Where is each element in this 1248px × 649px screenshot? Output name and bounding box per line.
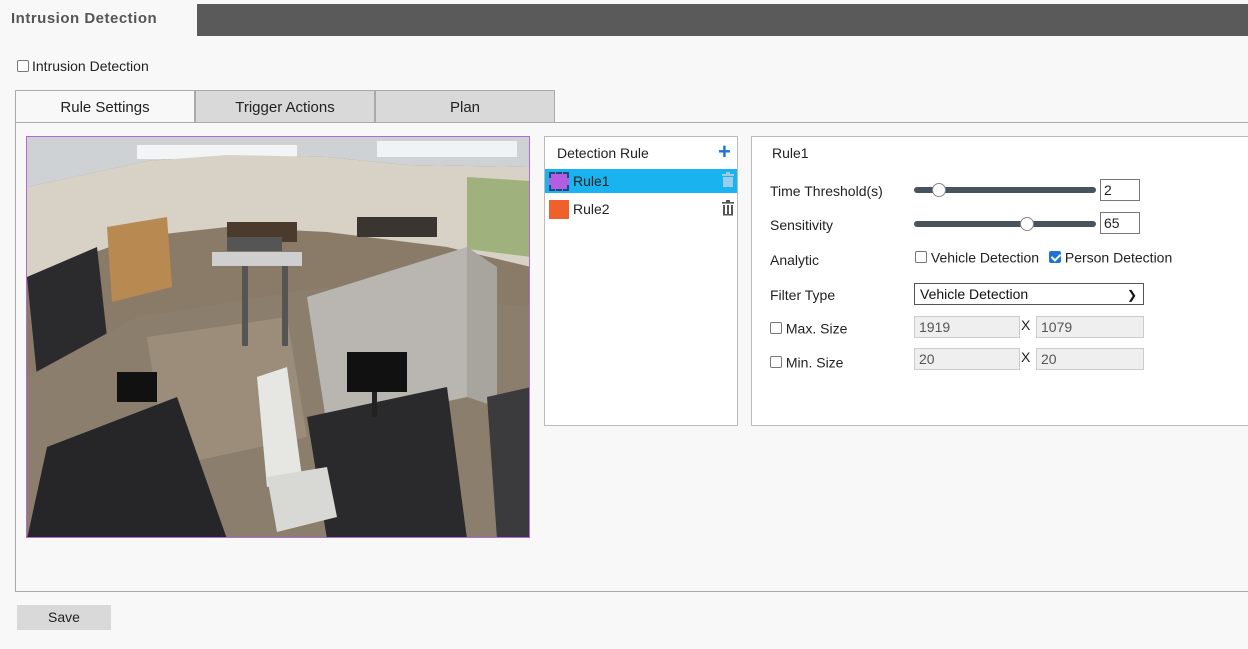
min-size-height-input[interactable]: 20 [1036,348,1144,370]
sensitivity-slider-handle[interactable] [1020,217,1034,231]
filter-type-select[interactable]: Vehicle Detection ❯ [914,283,1144,305]
person-detection-checkbox[interactable] [1048,251,1061,264]
trash-icon[interactable] [721,200,735,216]
min-size-label: Min. Size [785,354,844,371]
rule2-label: Rule2 [573,201,610,217]
sensitivity-label: Sensitivity [770,217,834,233]
enable-row: Intrusion Detection [17,57,149,74]
min-size-separator: X [1021,349,1031,365]
chevron-down-icon: ❯ [1126,288,1137,302]
analytic-label: Analytic [770,252,820,268]
top-bar: Intrusion Detection [0,0,1248,36]
video-preview[interactable] [26,136,530,538]
tab-rule-settings[interactable]: Rule Settings [15,90,195,123]
max-size-row: Max. Size [770,319,847,336]
max-size-height-input[interactable]: 1079 [1036,316,1144,338]
enable-checkbox[interactable] [17,60,29,73]
detection-rule-list: Detection Rule + Rule1 Rule2 [544,136,738,426]
min-size-checkbox[interactable] [770,356,782,369]
rule-settings-box: Rule1 [751,136,1248,426]
top-bar-fill [197,4,1248,36]
sensitivity-slider[interactable] [914,217,1096,231]
tab-trigger-actions[interactable]: Trigger Actions [195,90,375,123]
time-threshold-input[interactable]: 2 [1100,179,1140,201]
rule1-label: Rule1 [573,173,610,189]
max-size-separator: X [1021,317,1031,333]
plus-icon[interactable]: + [718,141,731,163]
rule1-color-swatch [549,172,569,191]
time-threshold-label: Time Threshold(s) [770,183,883,199]
detection-rule-header: Detection Rule [557,145,649,161]
vehicle-detection-checkbox[interactable] [915,251,927,264]
rule-row-rule1[interactable]: Rule1 [545,169,737,193]
time-threshold-slider[interactable] [914,183,1096,197]
max-size-checkbox[interactable] [770,322,782,335]
max-size-label: Max. Size [785,320,848,337]
sensitivity-input[interactable]: 65 [1100,212,1140,234]
page-title: Intrusion Detection [11,10,158,27]
person-detection-label: Person Detection [1064,249,1173,266]
time-threshold-slider-handle[interactable] [932,183,946,197]
analytic-options: Vehicle Detection Person Detection [915,248,1172,265]
camera-frame-image [27,137,529,537]
max-size-width-input[interactable]: 1919 [914,316,1020,338]
min-size-row: Min. Size [770,353,843,370]
tab-plan[interactable]: Plan [375,90,555,123]
rule-row-rule2[interactable]: Rule2 [545,197,737,221]
rule2-color-swatch [549,200,569,219]
filter-type-value: Vehicle Detection [920,286,1029,302]
page-title-tab: Intrusion Detection [0,4,197,36]
enable-label: Intrusion Detection [32,58,149,75]
save-button[interactable]: Save [17,605,111,630]
trash-icon[interactable] [721,172,735,188]
vehicle-detection-label: Vehicle Detection [930,249,1040,266]
filter-type-label: Filter Type [770,287,836,303]
min-size-width-input[interactable]: 20 [914,348,1020,370]
selected-rule-title: Rule1 [772,145,809,161]
